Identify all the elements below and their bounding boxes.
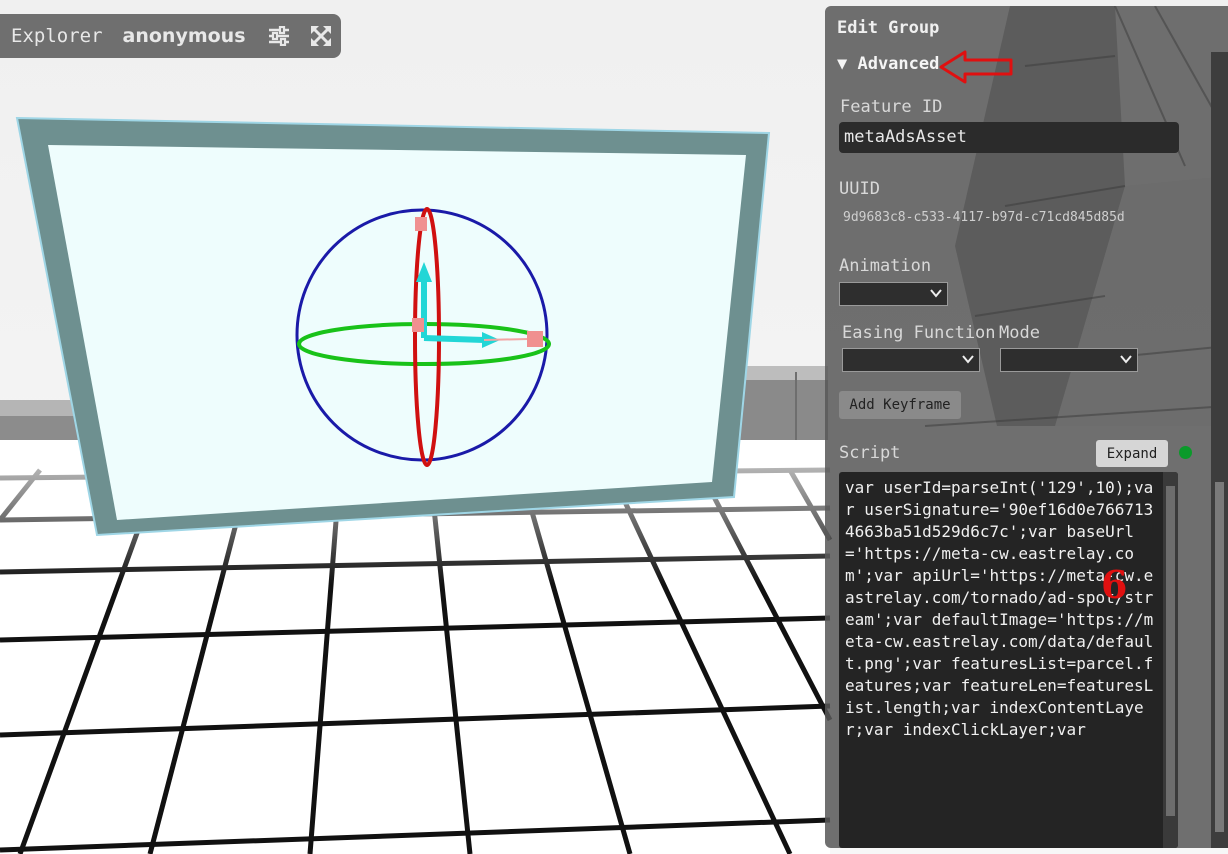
panel-scrollbar-thumb[interactable] — [1215, 482, 1224, 832]
status-dot — [1179, 446, 1192, 459]
sliders-icon[interactable] — [268, 25, 290, 47]
chevron-down-icon — [930, 289, 942, 298]
feature-id-input[interactable]: metaAdsAsset — [839, 122, 1179, 153]
panel-scrollbar[interactable] — [1211, 52, 1228, 848]
script-editor[interactable]: var userId=parseInt('129',10);var userSi… — [839, 472, 1178, 848]
script-scrollbar-thumb[interactable] — [1166, 486, 1175, 816]
animation-label: Animation — [839, 256, 932, 276]
annotation-number: 6 — [1101, 562, 1128, 607]
expand-icon[interactable] — [310, 25, 332, 47]
script-scrollbar[interactable] — [1163, 472, 1178, 848]
uuid-label: UUID — [839, 179, 880, 199]
add-keyframe-button[interactable]: Add Keyframe — [839, 391, 961, 419]
explorer-label[interactable]: Explorer — [11, 25, 103, 47]
mode-select[interactable] — [1000, 348, 1138, 372]
annotation-arrow-icon — [939, 50, 1013, 84]
panel-title: Edit Group — [837, 18, 940, 38]
mode-label: Mode — [999, 323, 1040, 343]
top-toolbar: Explorer anonymous — [0, 14, 341, 58]
easing-function-label: Easing Function — [842, 323, 996, 343]
expand-button[interactable]: Expand — [1096, 440, 1168, 467]
chevron-down-icon — [1120, 355, 1132, 364]
easing-function-select[interactable] — [842, 348, 980, 372]
uuid-value: 9d9683c8-c533-4117-b97d-c71cd845d85d — [843, 210, 1125, 225]
advanced-toggle[interactable]: ▼ Advanced — [837, 54, 939, 74]
edit-group-panel: Edit Group ▼ Advanced Feature ID metaAds… — [825, 6, 1228, 848]
user-name[interactable]: anonymous — [123, 25, 246, 47]
script-code[interactable]: var userId=parseInt('129',10);var userSi… — [845, 477, 1161, 741]
feature-id-label: Feature ID — [840, 97, 943, 117]
chevron-down-icon — [962, 355, 974, 364]
script-label: Script — [839, 443, 901, 463]
animation-select[interactable] — [839, 282, 948, 306]
